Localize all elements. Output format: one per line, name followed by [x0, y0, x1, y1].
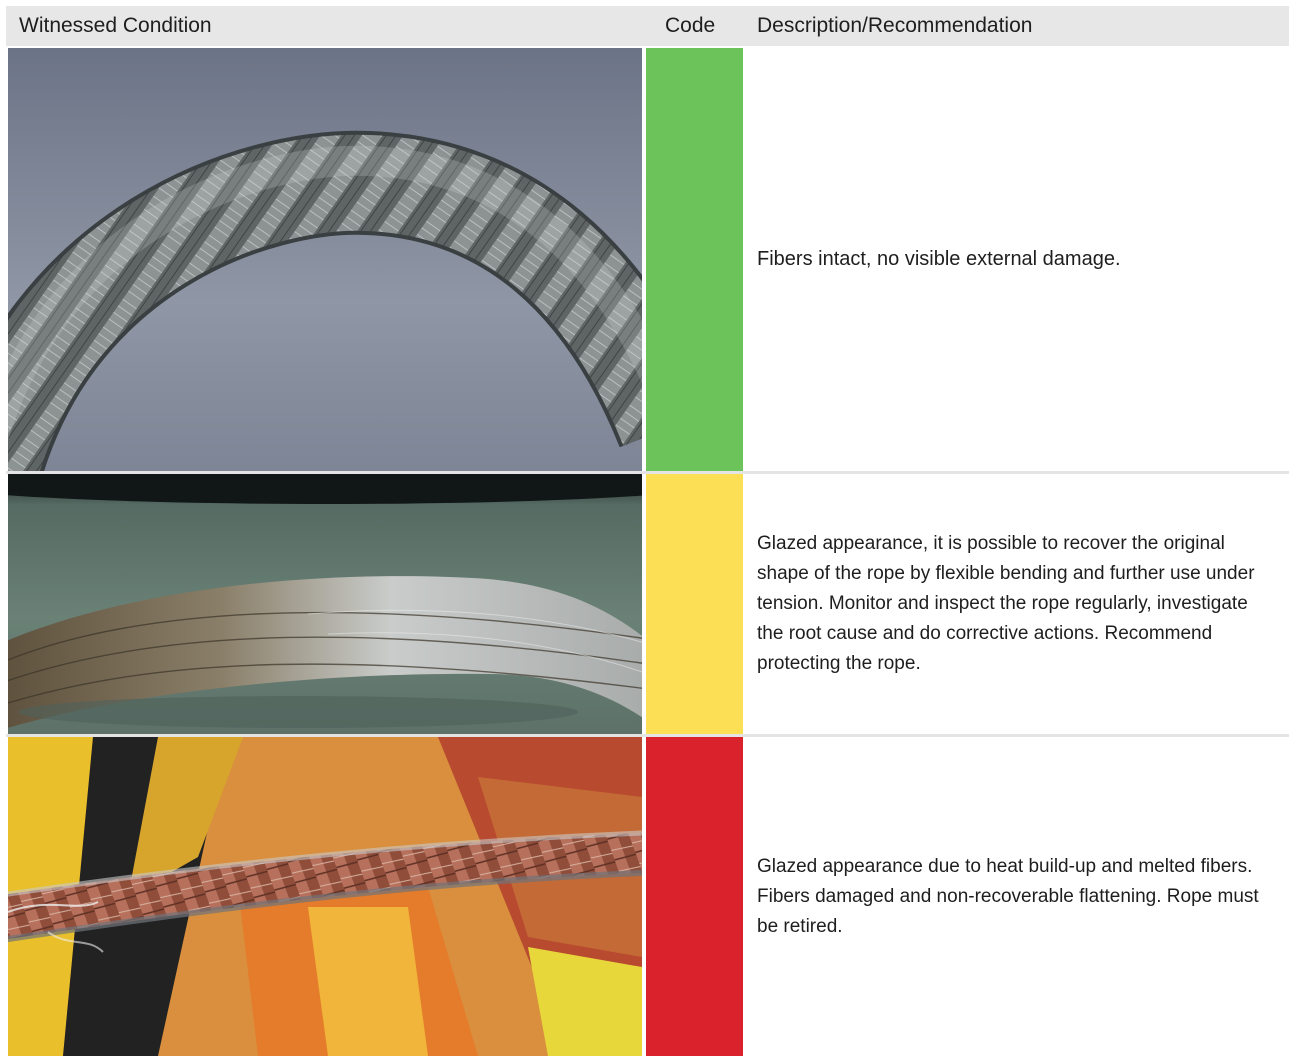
description-text: Glazed appearance due to heat build-up a… [757, 855, 1259, 937]
description-text: Fibers intact, no visible external damag… [757, 247, 1121, 270]
rope-glazed-photo [8, 474, 642, 734]
table-header: Witnessed Condition Code Description/Rec… [6, 6, 1289, 46]
table-row: Fibers intact, no visible external damag… [6, 48, 1289, 474]
code-indicator-green [646, 48, 743, 471]
table-row: Glazed appearance due to heat build-up a… [6, 737, 1289, 1056]
description-text: Glazed appearance, it is possible to rec… [757, 533, 1255, 674]
code-indicator-red [646, 737, 743, 1056]
row-description: Fibers intact, no visible external damag… [746, 48, 1289, 471]
rope-intact-photo [8, 48, 642, 471]
header-code: Code [665, 14, 716, 37]
table-row: Glazed appearance, it is possible to rec… [6, 474, 1289, 737]
header-witnessed-condition: Witnessed Condition [19, 14, 212, 37]
rope-melted-photo [8, 737, 642, 1056]
code-indicator-yellow [646, 474, 743, 734]
rope-condition-table: Witnessed Condition Code Description/Rec… [6, 6, 1289, 1056]
row-description: Glazed appearance due to heat build-up a… [746, 737, 1289, 1056]
row-description: Glazed appearance, it is possible to rec… [746, 474, 1289, 734]
header-description: Description/Recommendation [757, 14, 1033, 37]
